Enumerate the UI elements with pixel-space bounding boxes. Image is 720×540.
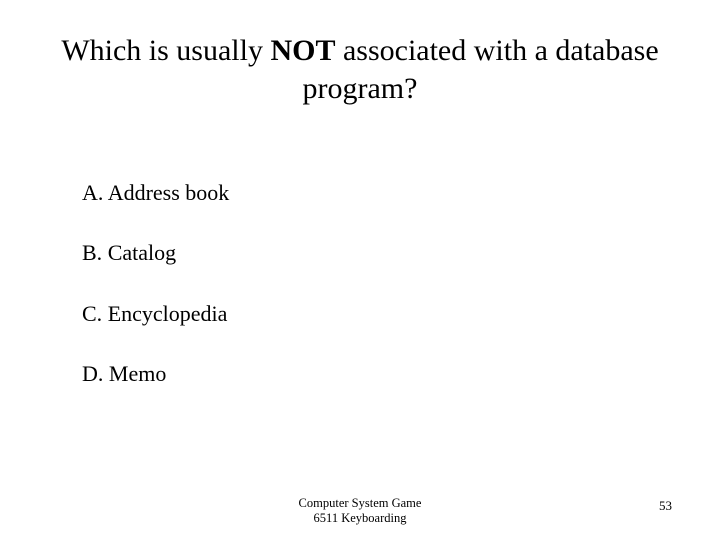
option-text: Catalog xyxy=(108,240,176,265)
option-text: Address book xyxy=(108,180,230,205)
question-emphasis: NOT xyxy=(270,34,335,67)
option-d[interactable]: D. Memo xyxy=(82,361,660,387)
option-letter: A. xyxy=(82,180,103,205)
slide: Which is usually NOT associated with a d… xyxy=(0,0,720,540)
option-letter: B. xyxy=(82,240,102,265)
question-pre: Which is usually xyxy=(61,34,270,67)
answer-options: A. Address book B. Catalog C. Encycloped… xyxy=(82,180,660,422)
footer-center: Computer System Game 6511 Keyboarding xyxy=(0,496,720,526)
question-post: associated with a database program? xyxy=(303,34,659,105)
option-letter: D. xyxy=(82,361,103,386)
footer-line-2: 6511 Keyboarding xyxy=(0,511,720,526)
option-c[interactable]: C. Encyclopedia xyxy=(82,301,660,327)
page-number: 53 xyxy=(659,498,672,514)
option-a[interactable]: A. Address book xyxy=(82,180,660,206)
footer-line-1: Computer System Game xyxy=(0,496,720,511)
question-title: Which is usually NOT associated with a d… xyxy=(55,32,665,107)
option-b[interactable]: B. Catalog xyxy=(82,240,660,266)
option-text: Memo xyxy=(109,361,166,386)
option-letter: C. xyxy=(82,301,102,326)
option-text: Encyclopedia xyxy=(108,301,228,326)
